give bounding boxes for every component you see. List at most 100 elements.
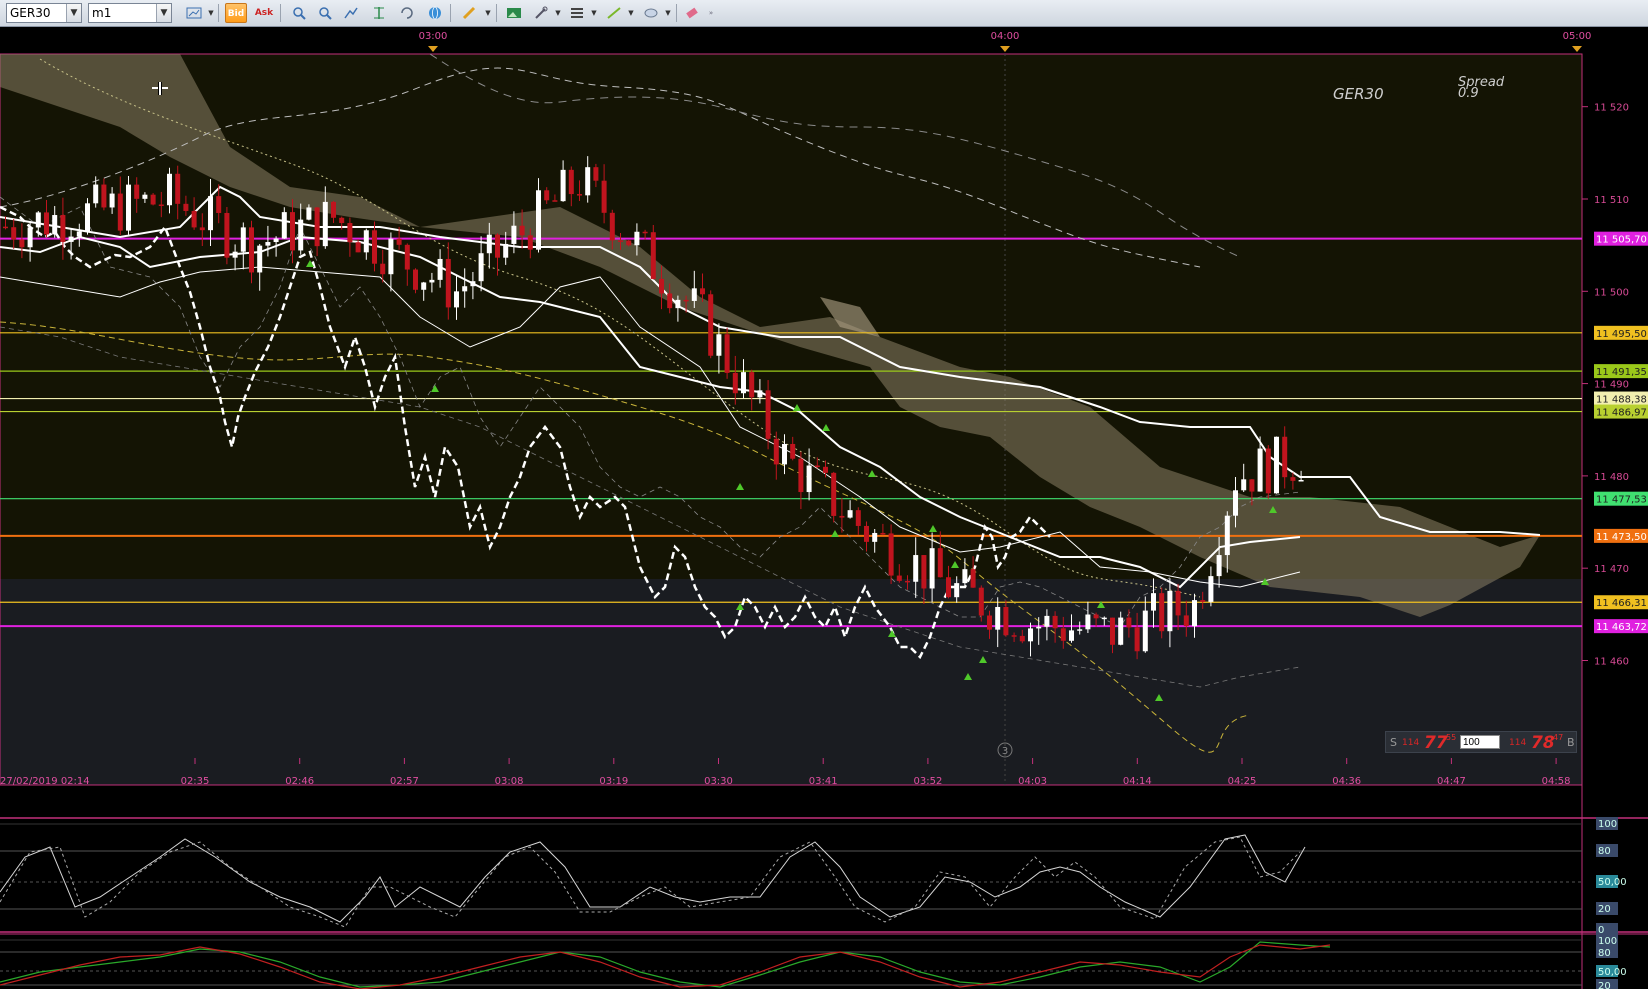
candle-body xyxy=(199,227,205,231)
price-level-tag-label: 11 473,50 xyxy=(1596,532,1647,543)
sell-label[interactable]: S xyxy=(1390,736,1397,749)
top-time-label: 04:00 xyxy=(991,31,1020,42)
candle-body xyxy=(388,238,394,275)
eraser-icon[interactable] xyxy=(681,3,703,23)
chevron-down-icon: ▼ xyxy=(156,4,171,22)
bid-button[interactable]: Bid xyxy=(225,3,247,23)
chevron-down-icon[interactable]: ▼ xyxy=(627,3,635,23)
candle-body xyxy=(905,580,910,583)
candle-body xyxy=(1044,615,1050,627)
candle-body xyxy=(847,510,853,518)
trendline-icon[interactable] xyxy=(603,3,625,23)
price-tick-label: 11 460 xyxy=(1594,656,1629,667)
chevron-down-icon[interactable]: ▼ xyxy=(590,3,598,23)
candle-body xyxy=(888,533,894,576)
candle-body xyxy=(1019,635,1025,642)
candle-body xyxy=(724,334,730,373)
candle-body xyxy=(970,569,976,588)
ask-button[interactable]: Ask xyxy=(253,3,275,23)
osc2-level-label: 20 xyxy=(1598,981,1611,989)
candle-body xyxy=(1298,479,1304,482)
candle-body xyxy=(585,167,591,196)
candle-body xyxy=(1208,576,1214,602)
candle-body xyxy=(601,180,607,213)
candle-body xyxy=(806,465,812,493)
candle-body xyxy=(429,279,435,283)
tools-icon[interactable] xyxy=(530,3,552,23)
candle-body xyxy=(831,472,837,516)
image-icon[interactable] xyxy=(503,3,525,23)
candle-body xyxy=(609,212,615,241)
candle-body xyxy=(527,235,533,250)
chevron-down-icon[interactable]: ▼ xyxy=(554,3,562,23)
candle-body xyxy=(1085,614,1091,630)
candle-body xyxy=(117,193,123,231)
candle-body xyxy=(560,169,566,202)
candle-body xyxy=(814,465,820,468)
candle-body xyxy=(1200,600,1206,602)
candle-body xyxy=(19,239,25,248)
chevron-down-icon[interactable]: ▼ xyxy=(207,3,215,23)
candle-body xyxy=(265,242,271,246)
trade-amount-input[interactable] xyxy=(1460,735,1500,749)
candle-body xyxy=(536,190,541,250)
chevron-down-icon[interactable]: ▼ xyxy=(484,3,492,23)
quick-trade-panel: S 114 77 55 114 78 47 B xyxy=(1385,731,1577,753)
price-chart[interactable]: 11 505,70 11 495,50 11 491,35 11 488,38 11 4… xyxy=(0,27,1648,989)
candle-body xyxy=(257,245,263,273)
lines-icon[interactable] xyxy=(566,3,588,23)
candle-body xyxy=(306,207,312,220)
candle-body xyxy=(35,212,41,228)
candle-body xyxy=(1011,635,1017,637)
buy-label[interactable]: B xyxy=(1567,736,1575,749)
candle-body xyxy=(741,372,746,394)
zoom-in-icon[interactable] xyxy=(288,3,310,23)
osc1-level-label: 50,00 xyxy=(1598,877,1627,888)
top-time-label: 05:00 xyxy=(1563,31,1592,42)
candle-body xyxy=(150,194,156,205)
toolbar-separator xyxy=(496,4,497,22)
candle-body xyxy=(240,227,246,252)
top-time-label: 03:00 xyxy=(419,31,448,42)
candle-body xyxy=(773,438,779,465)
timeframe-select[interactable]: m1 ▼ xyxy=(88,3,172,23)
shape-icon[interactable] xyxy=(640,3,662,23)
spread-value: 0.9 xyxy=(1458,86,1479,101)
candle-body xyxy=(76,231,82,237)
candle-body xyxy=(27,227,33,248)
candle-body xyxy=(1069,630,1074,641)
price-level-tag-label: 11 466,31 xyxy=(1596,598,1647,609)
candle-body xyxy=(68,236,74,242)
buy-price-main[interactable]: 78 xyxy=(1531,733,1555,753)
watermark-symbol: GER30 xyxy=(1333,85,1384,103)
candle-body xyxy=(372,230,377,264)
candle-body xyxy=(1290,477,1296,481)
sell-price-main[interactable]: 77 xyxy=(1424,733,1448,753)
bottom-time-label: 02:57 xyxy=(390,776,419,787)
toolbar-overflow-icon[interactable]: » xyxy=(707,3,715,23)
candle-body xyxy=(872,532,878,542)
pencil-icon[interactable] xyxy=(458,3,480,23)
sell-price-fraction: 55 xyxy=(1446,733,1457,742)
symbol-select[interactable]: GER30 ▼ xyxy=(6,3,82,23)
chart-type-icon[interactable] xyxy=(183,3,205,23)
osc2-level-label: 80 xyxy=(1598,948,1611,959)
bottom-time-label: 03:41 xyxy=(809,776,838,787)
candle-body xyxy=(864,525,869,542)
bottom-time-label: 27/02/2019 02:14 xyxy=(0,776,90,787)
refresh-icon[interactable] xyxy=(396,3,418,23)
autoscale-icon[interactable] xyxy=(340,3,362,23)
zoom-out-icon[interactable] xyxy=(314,3,336,23)
candle-body xyxy=(978,587,984,616)
candle-body xyxy=(765,390,771,439)
chevron-down-icon: ▼ xyxy=(66,4,81,22)
candle-body xyxy=(618,240,623,242)
candle-body xyxy=(249,227,254,273)
globe-icon[interactable] xyxy=(424,3,446,23)
price-tick-label: 11 510 xyxy=(1594,195,1629,206)
chevron-down-icon[interactable]: ▼ xyxy=(664,3,672,23)
candle-body xyxy=(216,196,222,213)
candle-body xyxy=(880,532,886,535)
crosshair-icon[interactable] xyxy=(368,3,390,23)
candle-body xyxy=(396,238,402,245)
